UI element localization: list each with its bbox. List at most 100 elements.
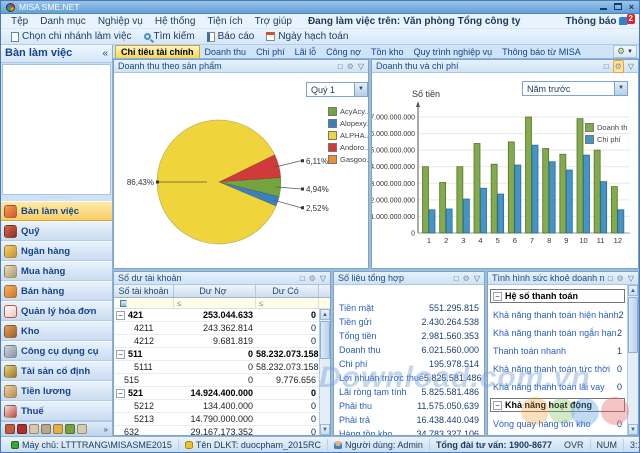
sidebar-item-sales[interactable]: Bán hàng bbox=[1, 281, 112, 301]
tab-item[interactable]: Quy trình nghiệp vụ bbox=[409, 46, 498, 58]
summary-label[interactable]: Lãi ròng tạm tính bbox=[339, 387, 407, 397]
shortcut-7-icon[interactable] bbox=[77, 424, 87, 434]
summary-label[interactable]: Phải thu bbox=[339, 401, 372, 411]
vertical-scrollbar[interactable]: ▲ ▼ bbox=[319, 309, 330, 435]
tab-item[interactable]: Thông báo từ MISA bbox=[497, 46, 586, 58]
sidebar-item-cash[interactable]: Quỹ bbox=[1, 221, 112, 241]
scroll-up-icon[interactable]: ▲ bbox=[320, 309, 330, 320]
health-section-header[interactable]: −Khả năng hoạt động bbox=[490, 398, 625, 412]
shortcut-6-icon[interactable] bbox=[65, 424, 75, 434]
shortcut-1-icon[interactable] bbox=[5, 424, 15, 434]
toolbar-button[interactable]: Chọn chi nhánh làm việc bbox=[6, 30, 137, 43]
table-filter-row[interactable]: ≤ ≤ bbox=[114, 298, 330, 309]
summary-label[interactable]: Lợi nhuận trước thuế bbox=[339, 373, 424, 383]
scrollbar-thumb[interactable] bbox=[628, 297, 638, 353]
gear-icon[interactable]: ⚙ bbox=[309, 273, 316, 284]
filter-operator[interactable]: ≤ bbox=[174, 298, 256, 308]
notifications-button[interactable]: Thông báo 2 bbox=[565, 16, 635, 27]
sidebar-item-purchase[interactable]: Mua hàng bbox=[1, 261, 112, 281]
collapse-icon[interactable]: − bbox=[493, 292, 502, 301]
sidebar-item-fixed-asset[interactable]: Tài sản cố định bbox=[1, 361, 112, 381]
period-dropdown[interactable]: Quý 1 ▼ bbox=[306, 82, 368, 97]
maximize-icon[interactable]: □ bbox=[604, 61, 609, 72]
health-label[interactable]: Khả năng thanh toán lãi vay bbox=[493, 382, 605, 392]
sidebar-item-warehouse[interactable]: Kho bbox=[1, 321, 112, 341]
gear-icon[interactable]: ⚙ bbox=[617, 273, 624, 284]
scroll-down-icon[interactable]: ▼ bbox=[320, 424, 330, 435]
summary-label[interactable]: Chi phí bbox=[339, 359, 368, 369]
shortcut-2-icon[interactable] bbox=[17, 424, 27, 434]
account-row[interactable]: 5111058.232.073.158 bbox=[114, 361, 319, 374]
account-row[interactable]: 5212134.400.0000 bbox=[114, 400, 319, 413]
menu-item[interactable]: Trợ giúp bbox=[249, 16, 298, 27]
filter-icon[interactable]: ▽ bbox=[320, 273, 326, 284]
account-row[interactable]: 51509.776.656 bbox=[114, 374, 319, 387]
menu-item[interactable]: Danh mục bbox=[34, 16, 92, 27]
health-label[interactable]: Thanh toán nhanh bbox=[493, 346, 566, 356]
scroll-down-icon[interactable]: ▼ bbox=[628, 424, 638, 435]
filter-icon[interactable]: ▽ bbox=[358, 61, 364, 72]
menu-item[interactable]: Tiện ích bbox=[201, 16, 248, 27]
filter-icon[interactable]: ▽ bbox=[628, 273, 634, 284]
collapse-icon[interactable]: − bbox=[116, 389, 125, 398]
account-row[interactable]: 4211243.362.8140 bbox=[114, 322, 319, 335]
sidebar-item-payroll[interactable]: Tiền lương bbox=[1, 381, 112, 401]
tab-item[interactable]: Tồn kho bbox=[366, 46, 409, 58]
summary-label[interactable]: Tổng tiền bbox=[339, 331, 377, 341]
sidebar-item-invoice[interactable]: Quản lý hóa đơn bbox=[1, 301, 112, 321]
collapse-icon[interactable]: − bbox=[116, 311, 125, 320]
health-section-header[interactable]: −Hệ số thanh toán bbox=[490, 289, 625, 303]
shortcut-3-icon[interactable] bbox=[29, 424, 39, 434]
sidebar-item-tools[interactable]: Công cụ dụng cụ bbox=[1, 341, 112, 361]
toolbar-button[interactable]: Tìm kiếm bbox=[139, 30, 200, 43]
summary-label[interactable]: Doanh thu bbox=[339, 345, 381, 355]
column-header[interactable]: Dư Nợ bbox=[174, 285, 256, 297]
account-row[interactable]: 521314.790.000.0000 bbox=[114, 413, 319, 426]
collapse-icon[interactable]: − bbox=[493, 401, 502, 410]
tab-item[interactable]: Công nợ bbox=[321, 46, 366, 58]
summary-label[interactable]: Hàng tồn kho bbox=[339, 429, 393, 435]
column-header[interactable]: Dư Có bbox=[256, 285, 319, 297]
account-row[interactable]: −52114.924.400.0000 bbox=[114, 387, 319, 400]
summary-label[interactable]: Tiền gửi bbox=[339, 317, 372, 327]
minimize-button[interactable] bbox=[600, 3, 607, 12]
sidebar-overflow-button[interactable]: » bbox=[104, 425, 108, 434]
menu-item[interactable]: Hệ thống bbox=[149, 16, 202, 27]
account-row[interactable]: −421253.044.6330 bbox=[114, 309, 319, 322]
menu-item[interactable]: Nghiệp vụ bbox=[92, 16, 149, 27]
account-row[interactable]: 63229.167.173.3520 bbox=[114, 426, 319, 435]
account-row[interactable]: 42129.681.8190 bbox=[114, 335, 319, 348]
summary-label[interactable]: Phải trả bbox=[339, 415, 370, 425]
dashboard-settings-button[interactable]: ⚙▼ bbox=[613, 45, 637, 58]
close-button[interactable]: × bbox=[629, 3, 634, 12]
tab-item[interactable]: Lãi lỗ bbox=[290, 46, 322, 58]
shortcut-5-icon[interactable] bbox=[53, 424, 63, 434]
filter-icon[interactable]: ▽ bbox=[474, 273, 480, 284]
account-row[interactable]: −511058.232.073.158 bbox=[114, 348, 319, 361]
shortcut-4-icon[interactable] bbox=[41, 424, 51, 434]
sidebar-item-bank[interactable]: Ngân hàng bbox=[1, 241, 112, 261]
maximize-icon[interactable]: □ bbox=[338, 61, 343, 72]
collapse-icon[interactable]: − bbox=[116, 350, 125, 359]
health-label[interactable]: Khả năng thanh toán tức thời bbox=[493, 364, 610, 374]
toolbar-button[interactable]: Ngày hạch toán bbox=[261, 30, 353, 43]
menu-item[interactable]: Tệp bbox=[5, 16, 34, 27]
scrollbar-thumb[interactable] bbox=[320, 321, 330, 359]
summary-label[interactable]: Tiền mặt bbox=[339, 303, 374, 313]
toolbar-button[interactable]: Báo cáo bbox=[202, 30, 260, 43]
vertical-scrollbar[interactable]: ▲ ▼ bbox=[627, 285, 638, 435]
gear-icon[interactable]: ⚙ bbox=[347, 61, 354, 72]
maximize-icon[interactable]: □ bbox=[608, 273, 613, 284]
health-label[interactable]: Khả năng thanh toán hiện hành bbox=[493, 310, 619, 320]
gear-icon[interactable]: ⚙ bbox=[463, 273, 470, 284]
column-header[interactable]: Số tài khoản bbox=[114, 285, 174, 297]
tab-item[interactable]: Chỉ tiêu tài chính bbox=[115, 45, 200, 58]
scroll-up-icon[interactable]: ▲ bbox=[628, 285, 638, 296]
collapse-sidebar-button[interactable]: « bbox=[102, 48, 108, 59]
maximize-icon[interactable]: □ bbox=[454, 273, 459, 284]
tab-item[interactable]: Chi phí bbox=[251, 46, 290, 58]
restore-button[interactable] bbox=[614, 3, 622, 12]
health-label[interactable]: Khả năng thanh toán ngắn hạn bbox=[493, 328, 617, 338]
sidebar-item-desktop[interactable]: Bàn làm việc bbox=[1, 201, 112, 221]
filter-icon[interactable]: ▽ bbox=[628, 61, 634, 72]
